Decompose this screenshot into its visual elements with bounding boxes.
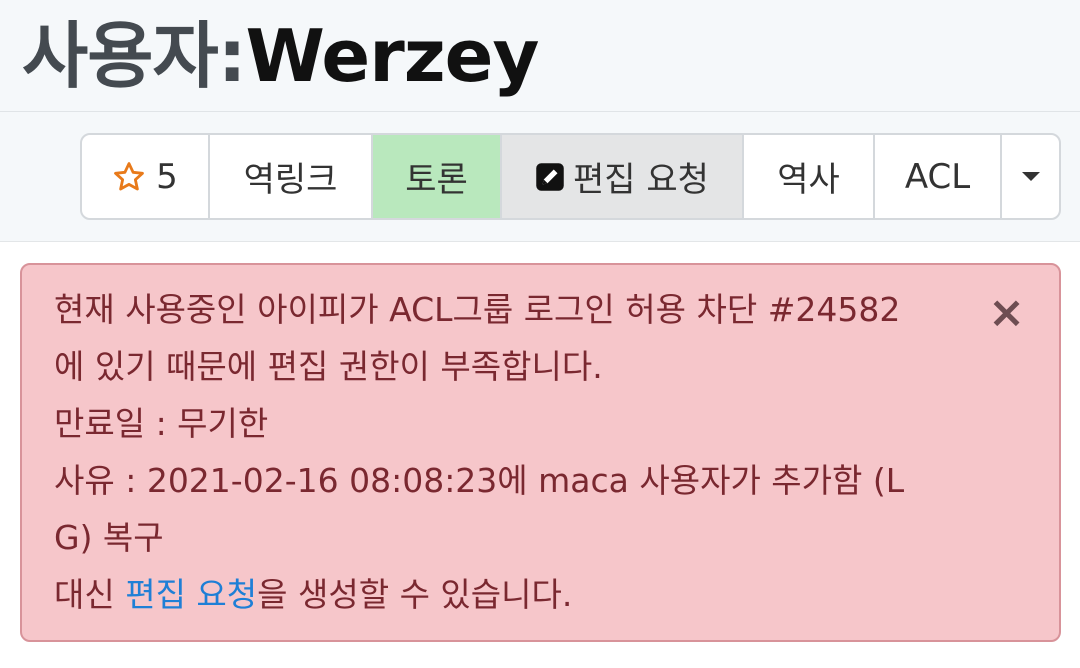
alert-expiry: 만료일 : 무기한 [54, 404, 269, 443]
edit-request-link[interactable]: 편집 요청 [125, 575, 257, 614]
alert-line: 현재 사용중인 아이피가 ACL그룹 로그인 허용 차단 #24582 [54, 290, 901, 329]
alert-line: 에 있기 때문에 편집 권한이 부족합니다. [54, 347, 603, 386]
star-count: 5 [156, 156, 178, 197]
discuss-button[interactable]: 토론 [373, 135, 502, 218]
backlinks-button[interactable]: 역링크 [210, 135, 373, 218]
alert-alternative: 대신 편집 요청을 생성할 수 있습니다. [54, 566, 934, 623]
star-button[interactable]: 5 [82, 135, 210, 218]
star-icon [112, 160, 146, 194]
pencil-square-icon [535, 162, 565, 192]
page-title-name: Werzey [245, 14, 540, 98]
caret-down-icon [1021, 172, 1040, 181]
alert-reason-cont: G) 복구 [54, 518, 164, 557]
permission-alert: 현재 사용중인 아이피가 ACL그룹 로그인 허용 차단 #24582 에 있기… [20, 263, 1061, 642]
alert-reason: 사유 : 2021-02-16 08:08:23에 maca 사용자가 추가함 … [54, 461, 905, 500]
history-button[interactable]: 역사 [744, 135, 875, 218]
close-icon[interactable]: × [988, 291, 1025, 335]
edit-request-label: 편집 요청 [573, 160, 709, 200]
page-title: 사용자:Werzey [22, 10, 540, 102]
title-bar: 사용자:Werzey [0, 0, 1080, 112]
more-dropdown-button[interactable] [1002, 135, 1059, 218]
page-toolbar: 5 역링크 토론 편집 요청 역사 ACL [80, 133, 1061, 220]
alert-message: 현재 사용중인 아이피가 ACL그룹 로그인 허용 차단 #24582 에 있기… [54, 281, 934, 623]
acl-button[interactable]: ACL [875, 135, 1002, 218]
edit-request-button[interactable]: 편집 요청 [502, 135, 744, 218]
page-title-namespace: 사용자: [22, 14, 247, 98]
alert-alt-prefix: 대신 [54, 575, 126, 614]
alert-alt-suffix: 을 생성할 수 있습니다. [257, 575, 573, 614]
